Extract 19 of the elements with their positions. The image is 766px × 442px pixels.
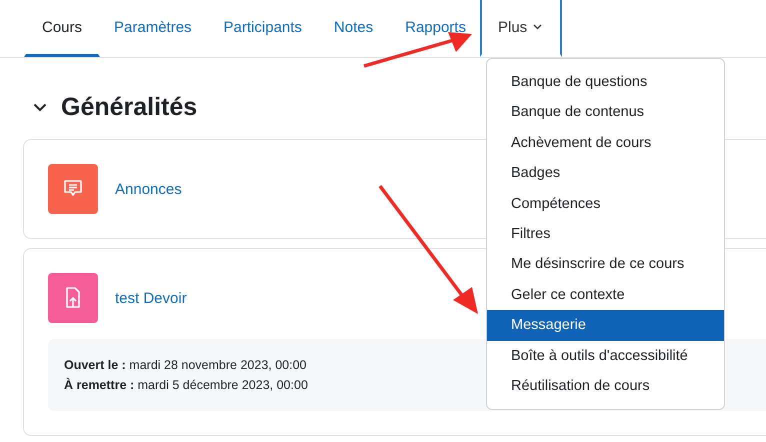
collapse-icon[interactable] (33, 102, 47, 112)
activity-link[interactable]: test Devoir (115, 290, 187, 306)
menu-item[interactable]: Boîte à outils d'accessibilité (487, 340, 724, 371)
date-text: À remettre : mardi 5 décembre 2023, 00:00 (64, 376, 308, 394)
activity-link[interactable]: Annonces (115, 180, 182, 198)
menu-item[interactable]: Compétences (487, 188, 724, 219)
section-title: Généralités (61, 92, 198, 122)
caret-icon (533, 24, 542, 30)
menu-item[interactable]: Badges (487, 158, 724, 189)
menu-item[interactable]: Banque de contenus (487, 97, 724, 128)
menu-item[interactable]: Achèvement de cours (487, 128, 724, 158)
menu-item[interactable]: Messagerie (487, 310, 724, 341)
menu-item[interactable]: Filtres (487, 218, 724, 250)
menu-item[interactable]: Réutilisation de cours (487, 370, 724, 402)
menu-item[interactable]: Banque de questions (487, 67, 724, 98)
menu-item[interactable]: Me désinscrire de ce cours (487, 249, 724, 280)
nav-tab[interactable]: Cours (24, 0, 100, 57)
date-text: Ouvert le : mardi 28 novembre 2023, 00:00 (64, 357, 306, 374)
menu-item[interactable]: Geler ce contexte (487, 280, 724, 310)
